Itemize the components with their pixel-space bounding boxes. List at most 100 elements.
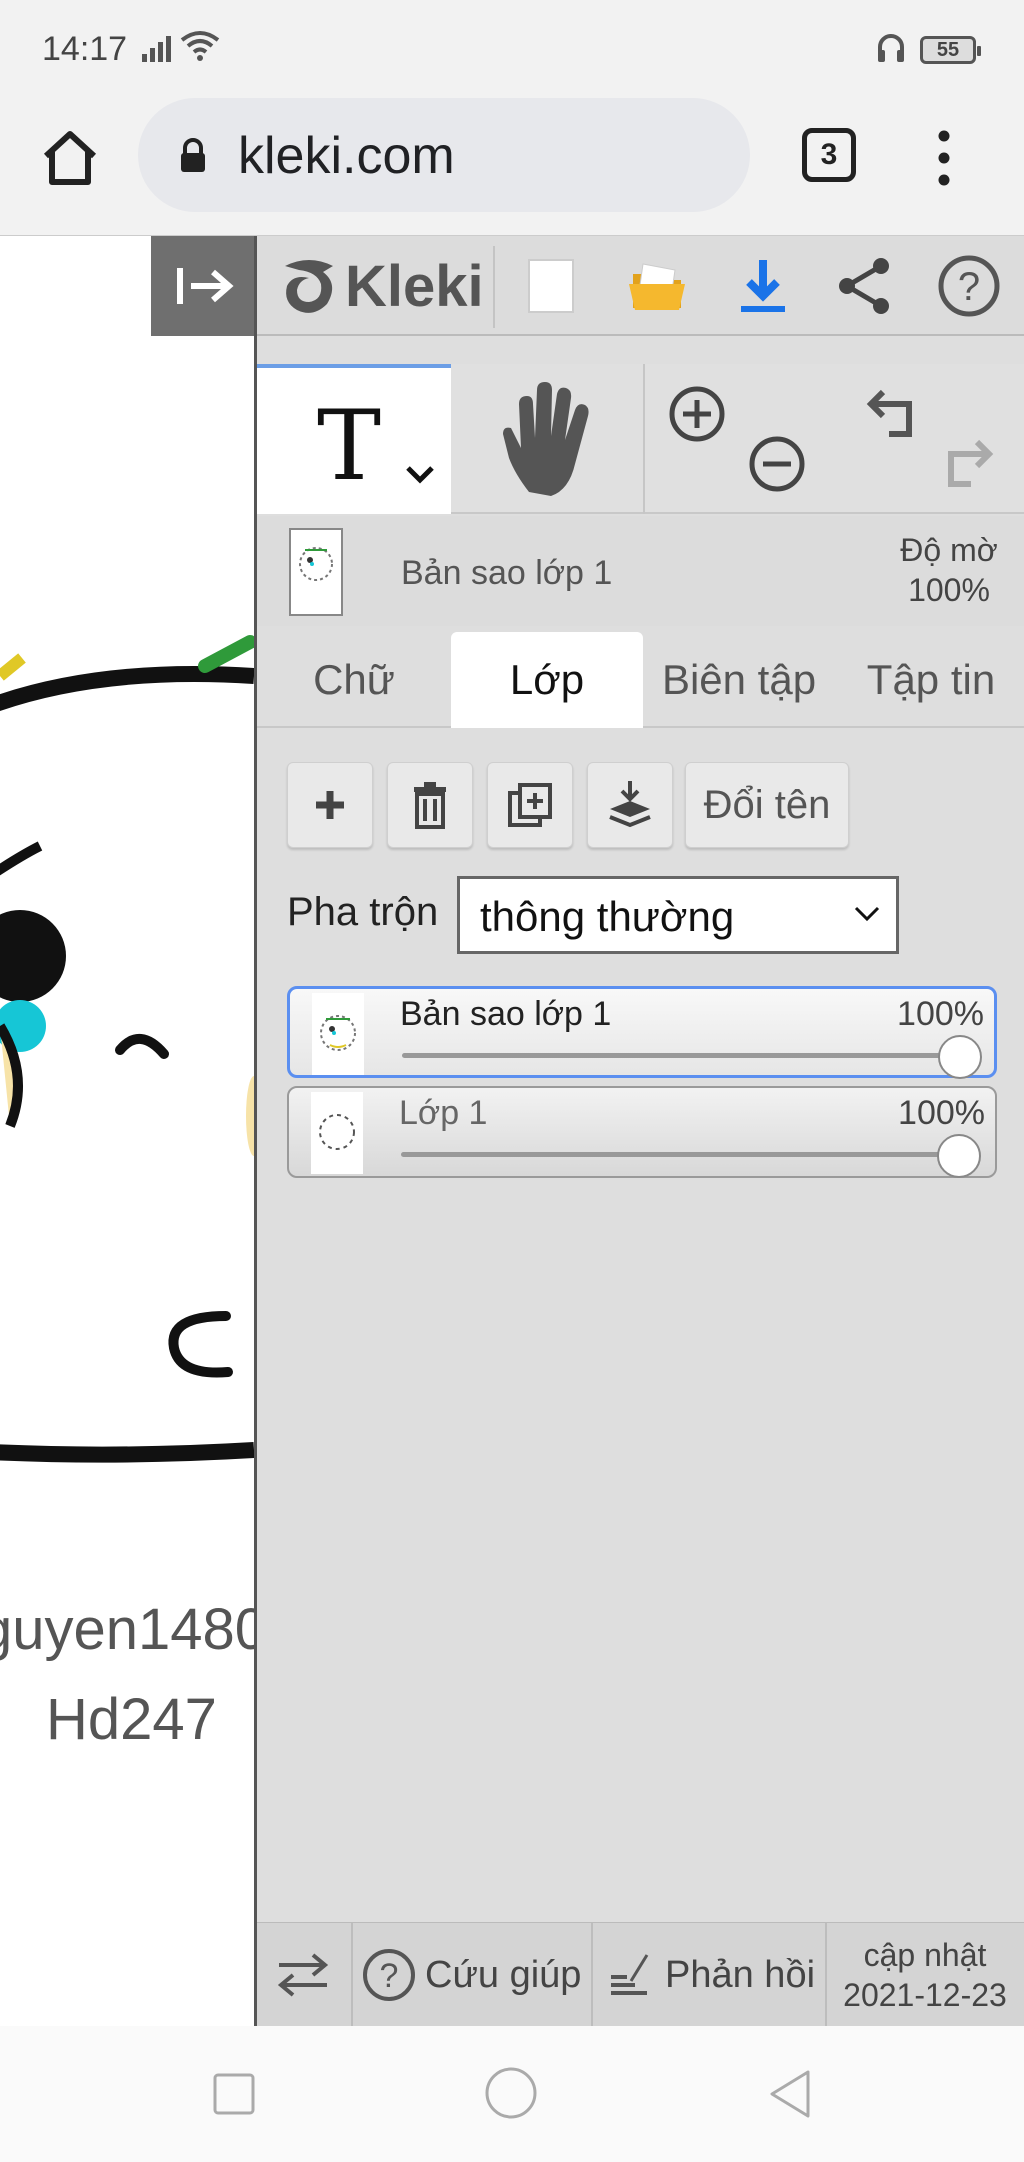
layer-thumbnail-image [319,1114,355,1150]
trash-icon [414,782,446,829]
layer-item[interactable]: Bản sao lớp 1 100% [287,986,997,1079]
help-icon[interactable]: ? [937,254,1001,318]
app-topbar: Kleki ? [257,236,1024,336]
update-date: 2021-12-23 [843,1977,1007,2013]
opacity-value: 100% [908,572,990,608]
side-panel: Kleki ? T Bản sao lớp 1 Độ mờ 100% Chữ L… [254,236,1024,2027]
rename-layer-button[interactable]: Đổi tên [685,762,849,848]
chevron-down-icon[interactable] [405,464,435,484]
merge-down-button[interactable] [587,762,673,848]
chevron-down-icon [854,906,880,922]
canvas-text-line1: guyen1480 [0,1597,254,1662]
collapse-arrow-icon [177,268,234,304]
text-tool-icon: T [317,390,382,502]
duplicate-layer-button[interactable] [487,762,573,848]
status-bar: 14:17 55 [0,0,1024,96]
signal-icon [142,36,171,62]
svg-text:?: ? [380,1957,399,1995]
redo-icon[interactable] [933,434,997,494]
plus-icon [316,791,344,819]
kleki-logo[interactable]: Kleki [279,250,484,322]
system-nav-bar [0,2026,1024,2162]
layer-name: Bản sao lớp 1 [400,995,612,1033]
address-bar[interactable]: kleki.com [138,98,750,212]
opacity-slider-knob[interactable] [937,1134,981,1178]
opacity-slider-track[interactable] [402,1053,962,1058]
panel-tabs: Chữ Lớp Biên tập Tập tin [257,632,1024,728]
tool-divider [643,364,645,514]
merge-down-icon [609,781,651,828]
wifi-icon [180,31,220,61]
recents-icon[interactable] [212,2072,256,2116]
panel-footer: ? Cứu giúp Phản hồi cập nhật 2021-12-23 [257,1922,1024,2027]
feedback-pen-icon [611,1954,649,1995]
feedback-button[interactable]: Phản hồi [607,1923,815,2027]
lock-icon [181,138,205,172]
tab-file[interactable]: Tập tin [835,632,1024,728]
layer-thumbnail [312,993,364,1075]
headset-icon [878,34,904,62]
tab-switcher-button[interactable]: 3 [802,128,856,182]
delete-layer-button[interactable] [387,762,473,848]
new-image-icon[interactable] [519,254,583,318]
help-icon: ? [363,1949,415,2001]
rename-label: Đổi tên [703,782,831,827]
download-icon[interactable] [731,254,795,318]
toggle-panel-button[interactable] [151,236,255,336]
url-text: kleki.com [238,127,455,185]
battery-indicator: 55 [920,36,981,64]
open-folder-icon[interactable] [625,254,689,318]
share-icon[interactable] [833,254,897,318]
current-layer-thumbnail [289,528,343,616]
opacity-slider-track[interactable] [401,1152,961,1157]
hand-tool-icon[interactable] [451,364,643,514]
footer-divider [351,1923,353,2027]
topbar-divider [493,246,495,328]
text-tool-button[interactable]: T [257,364,451,514]
tab-edit[interactable]: Biên tập [643,632,835,728]
blend-mode-label: Pha trộn [287,890,439,934]
back-icon[interactable] [766,2068,814,2120]
tool-row: T [257,364,1024,514]
swap-arrows-icon [277,1953,329,1997]
layer-actions: Đổi tên [257,762,1024,852]
zoom-in-icon[interactable] [667,384,727,444]
status-time: 14:17 [42,30,128,68]
blend-mode-value: thông thường [480,893,735,940]
zoom-out-icon[interactable] [747,434,807,494]
canvas-text-line2: Hd247 [46,1687,217,1752]
current-layer-info: Bản sao lớp 1 Độ mờ 100% [257,516,1024,626]
blend-mode-select[interactable]: thông thường [457,876,899,954]
layer-thumbnail [311,1092,363,1174]
home-nav-icon[interactable] [484,2066,538,2120]
layer-item[interactable]: Lớp 1 100% [287,1086,997,1178]
browser-toolbar: kleki.com 3 [0,96,1024,236]
layer-opacity: 100% [897,995,984,1033]
opacity-label: Độ mờ [900,532,998,568]
layer-thumbnail-image [320,1015,356,1051]
logo-text: Kleki [345,253,484,319]
canvas-drawing [0,635,254,1463]
help-button[interactable]: ? Cứu giúp [361,1923,581,2027]
more-menu-icon[interactable] [924,126,964,190]
update-label: cập nhật [863,1937,987,1973]
drawing-canvas[interactable]: guyen1480 Hd247 [0,236,254,2026]
tab-layers[interactable]: Lớp [451,632,643,728]
undo-icon[interactable] [863,384,927,444]
update-info[interactable]: cập nhật 2021-12-23 [823,1935,1024,2015]
home-icon[interactable] [38,126,102,190]
footer-divider [591,1923,593,2027]
duplicate-icon [508,783,552,827]
layer-thumbnail-image [299,547,333,581]
feedback-label: Phản hồi [665,1953,816,1996]
layer-name: Lớp 1 [399,1094,488,1132]
opacity-slider-knob[interactable] [938,1035,982,1079]
add-layer-button[interactable] [287,762,373,848]
tab-text[interactable]: Chữ [257,632,451,728]
svg-text:?: ? [958,265,980,309]
help-label: Cứu giúp [425,1953,582,1996]
kleki-bird-icon [285,260,333,313]
swap-side-button[interactable] [275,1923,345,2027]
layer-opacity: 100% [898,1094,985,1132]
current-layer-name: Bản sao lớp 1 [401,554,613,592]
